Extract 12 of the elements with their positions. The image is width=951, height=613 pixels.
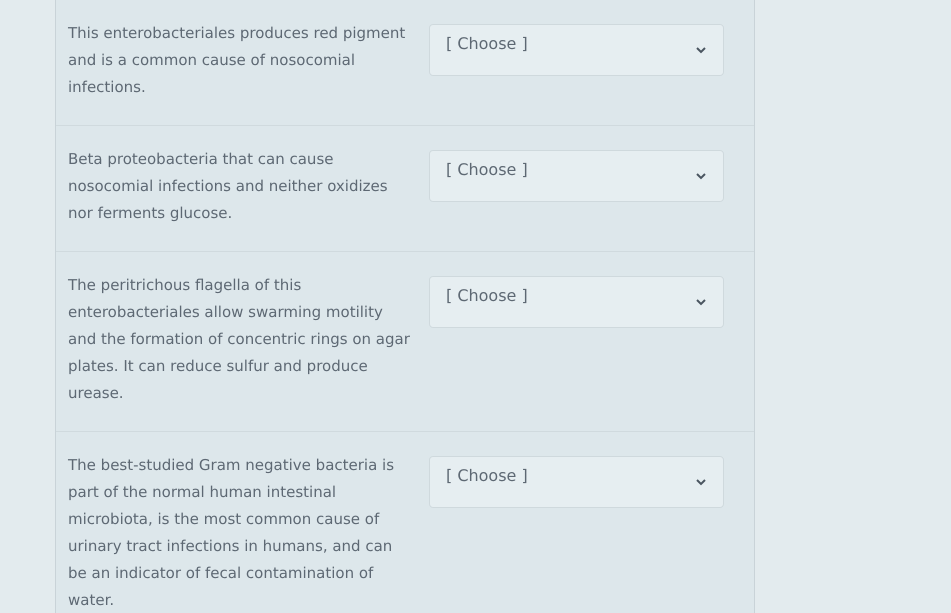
chevron-down-icon bbox=[695, 46, 707, 54]
answer-dropdown[interactable]: [ Choose ] bbox=[429, 150, 724, 202]
question-text: Beta proteobacteria that can cause nosocomial infections and neither oxidizes nor ferments glucose. bbox=[68, 149, 389, 224]
question-text: This enterobacteriales produces red pigment and is a common cause of nosocomial infections. bbox=[68, 23, 406, 98]
chevron-down-icon bbox=[695, 172, 707, 180]
question-text: The peritrichous flagella of this enterobacteriales allow swarming motility and the formation of concentric rings on agar plates. It can reduce sulfur and produce urease. bbox=[68, 275, 411, 404]
chevron-down-icon bbox=[695, 478, 707, 486]
question-text: The best-studied Gram negative bacteria is part of the normal human intestinal microbiota, is the most common cause of urinary tract infections in humans, and can be an indicator of fecal contamination of water. bbox=[68, 455, 396, 611]
answer-dropdown[interactable]: [ Choose ] bbox=[429, 456, 724, 508]
answer-dropdown[interactable]: [ Choose ] bbox=[429, 276, 724, 328]
chevron-down-icon bbox=[695, 298, 707, 306]
answer-dropdown[interactable]: [ Choose ] bbox=[429, 24, 724, 76]
